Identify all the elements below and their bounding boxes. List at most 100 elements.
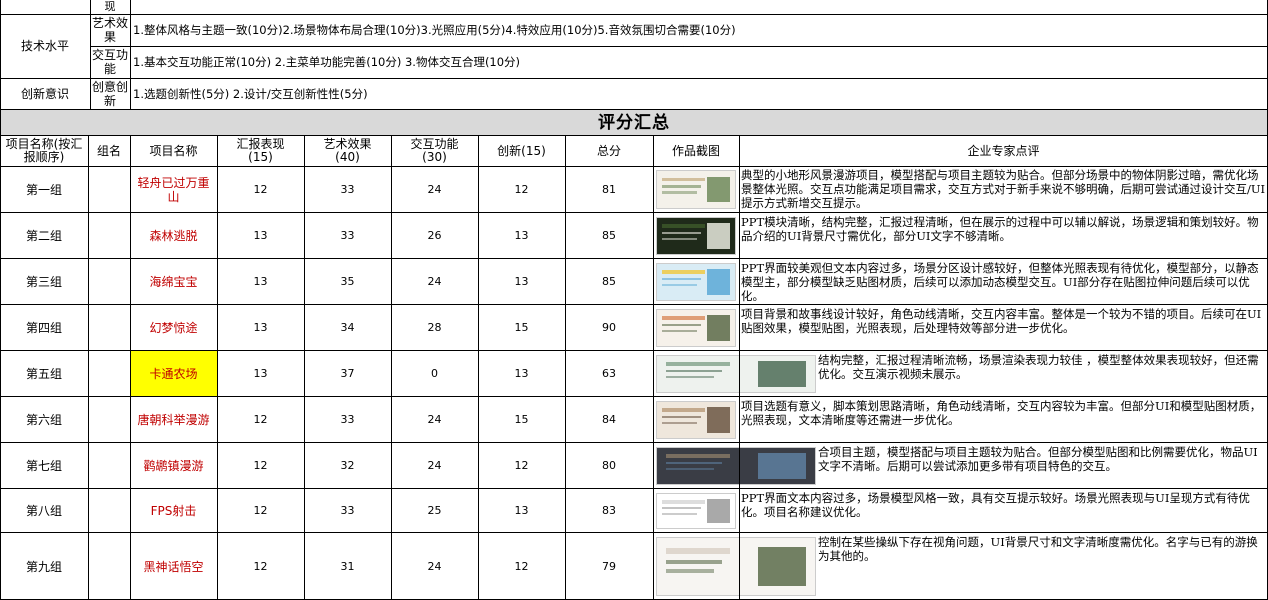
cell-total[interactable]: 79 (565, 533, 653, 600)
cell-total[interactable]: 81 (565, 166, 653, 213)
cell-group[interactable] (88, 397, 130, 443)
cell-interact[interactable]: 28 (391, 305, 478, 351)
project-screenshot[interactable] (656, 309, 736, 347)
cell-group[interactable] (88, 351, 130, 397)
expert-comment[interactable]: PPT界面较美观但文本内容过多，场景分区设计感较好，但整体光照表现有待优化，模型… (741, 261, 1266, 303)
cell-art[interactable]: 35 (304, 259, 391, 305)
cell-total[interactable]: 90 (565, 305, 653, 351)
cell-total[interactable]: 84 (565, 397, 653, 443)
header-project[interactable]: 项目名称 (130, 136, 217, 166)
cell-interact[interactable]: 0 (391, 351, 478, 397)
cell-group[interactable] (88, 533, 130, 600)
cell-innov[interactable]: 15 (478, 305, 565, 351)
criteria-sub-art[interactable]: 艺术效果 (90, 14, 130, 46)
cell-project[interactable]: 黑神话悟空 (130, 533, 217, 600)
criteria-category-innovation[interactable]: 创新意识 (0, 78, 90, 109)
criteria-partial-cell[interactable] (0, 0, 90, 14)
cell-group[interactable] (88, 489, 130, 533)
cell-report[interactable]: 12 (217, 166, 304, 213)
cell-project[interactable]: 轻舟已过万重山 (130, 166, 217, 213)
cell-interact[interactable]: 24 (391, 259, 478, 305)
cell-group[interactable] (88, 166, 130, 213)
criteria-desc-interaction[interactable]: 1.基本交互功能正常(10分) 2.主菜单功能完善(10分) 3.物体交互合理(… (130, 46, 1268, 78)
criteria-category-tech[interactable]: 技术水平 (0, 14, 90, 78)
cell-report[interactable]: 13 (217, 259, 304, 305)
cell-innov[interactable]: 12 (478, 443, 565, 489)
project-screenshot[interactable] (656, 401, 736, 439)
cell-interact[interactable]: 24 (391, 533, 478, 600)
criteria-sub-innovation[interactable]: 创意创新 (90, 78, 130, 109)
cell-group[interactable] (88, 213, 130, 259)
expert-comment[interactable]: 结构完整，汇报过程清晰流畅，场景渲染表现力较佳 ，模型整体效果表现较好，但还需优… (818, 353, 1266, 395)
cell-project[interactable]: 唐朝科举漫游 (130, 397, 217, 443)
project-screenshot[interactable] (656, 217, 736, 255)
cell-art[interactable]: 31 (304, 533, 391, 600)
header-report[interactable]: 汇报表现 (15) (217, 136, 304, 166)
expert-comment[interactable]: 项目背景和故事线设计较好，角色动线清晰，交互内容丰富。整体是一个较为不错的项目。… (741, 307, 1266, 349)
header-innovation[interactable]: 创新(15) (478, 136, 565, 166)
cell-order[interactable]: 第八组 (0, 489, 88, 533)
cell-report[interactable]: 12 (217, 533, 304, 600)
cell-total[interactable]: 83 (565, 489, 653, 533)
cell-innov[interactable]: 15 (478, 397, 565, 443)
header-order[interactable]: 项目名称(按汇报顺序) (0, 136, 88, 166)
cell-art[interactable]: 37 (304, 351, 391, 397)
project-screenshot[interactable] (656, 447, 816, 485)
cell-total[interactable]: 63 (565, 351, 653, 397)
expert-comment[interactable]: PPT界面文本内容过多，场景模型风格一致，具有交互提示较好。场景光照表现与UI呈… (741, 491, 1266, 531)
cell-order[interactable]: 第五组 (0, 351, 88, 397)
criteria-partial-label[interactable]: 现 (90, 0, 130, 14)
cell-innov[interactable]: 13 (478, 213, 565, 259)
cell-group[interactable] (88, 443, 130, 489)
cell-report[interactable]: 12 (217, 443, 304, 489)
cell-interact[interactable]: 26 (391, 213, 478, 259)
header-group[interactable]: 组名 (88, 136, 130, 166)
cell-order[interactable]: 第一组 (0, 166, 88, 213)
expert-comment[interactable]: 项目选题有意义，脚本策划思路清晰，角色动线清晰，交互内容较为丰富。但部分UI和模… (741, 399, 1266, 441)
cell-order[interactable]: 第三组 (0, 259, 88, 305)
project-screenshot[interactable] (656, 355, 816, 393)
cell-report[interactable]: 13 (217, 213, 304, 259)
cell-art[interactable]: 32 (304, 443, 391, 489)
criteria-desc-innovation[interactable]: 1.选题创新性(5分) 2.设计/交互创新性性(5分) (130, 78, 1268, 109)
header-art[interactable]: 艺术效果 (40) (304, 136, 391, 166)
cell-interact[interactable]: 24 (391, 443, 478, 489)
cell-innov[interactable]: 13 (478, 259, 565, 305)
cell-order[interactable]: 第七组 (0, 443, 88, 489)
expert-comment[interactable]: PPT模块清晰，结构完整，汇报过程清晰，但在展示的过程中可以辅以解说，场景逻辑和… (741, 215, 1266, 257)
cell-order[interactable]: 第二组 (0, 213, 88, 259)
cell-innov[interactable]: 13 (478, 489, 565, 533)
cell-art[interactable]: 33 (304, 166, 391, 213)
header-screenshot[interactable]: 作品截图 (653, 136, 739, 166)
cell-report[interactable]: 12 (217, 489, 304, 533)
cell-innov[interactable]: 12 (478, 166, 565, 213)
cell-group[interactable] (88, 259, 130, 305)
cell-innov[interactable]: 12 (478, 533, 565, 600)
cell-art[interactable]: 33 (304, 213, 391, 259)
cell-innov[interactable]: 13 (478, 351, 565, 397)
cell-project[interactable]: 幻梦惊途 (130, 305, 217, 351)
expert-comment[interactable]: 控制在某些操纵下存在视角问题，UI背景尺寸和文字清晰度需优化。名字与已有的游换为… (818, 535, 1266, 598)
header-comment[interactable]: 企业专家点评 (739, 136, 1268, 166)
cell-total[interactable]: 80 (565, 443, 653, 489)
expert-comment[interactable]: 典型的小地形风景漫游项目，模型搭配与项目主题较为贴合。但部分场景中的物体阴影过暗… (741, 168, 1266, 211)
cell-order[interactable]: 第六组 (0, 397, 88, 443)
project-screenshot[interactable] (656, 170, 736, 209)
cell-order[interactable]: 第四组 (0, 305, 88, 351)
cell-project[interactable]: 海绵宝宝 (130, 259, 217, 305)
cell-art[interactable]: 33 (304, 397, 391, 443)
cell-total[interactable]: 85 (565, 259, 653, 305)
cell-order[interactable]: 第九组 (0, 533, 88, 600)
criteria-desc-art[interactable]: 1.整体风格与主题一致(10分)2.场景物体布局合理(10分)3.光照应用(5分… (130, 14, 1268, 46)
cell-interact[interactable]: 24 (391, 166, 478, 213)
header-total[interactable]: 总分 (565, 136, 653, 166)
cell-total[interactable]: 85 (565, 213, 653, 259)
cell-project[interactable]: FPS射击 (130, 489, 217, 533)
expert-comment[interactable]: 合项目主题，模型搭配与项目主题较为贴合。但部分模型贴图和比例需要优化，物品UI文… (818, 445, 1266, 487)
cell-report[interactable]: 13 (217, 305, 304, 351)
criteria-sub-interaction[interactable]: 交互功能 (90, 46, 130, 78)
cell-art[interactable]: 34 (304, 305, 391, 351)
cell-interact[interactable]: 25 (391, 489, 478, 533)
header-interaction[interactable]: 交互功能 (30) (391, 136, 478, 166)
project-screenshot[interactable] (656, 537, 816, 596)
